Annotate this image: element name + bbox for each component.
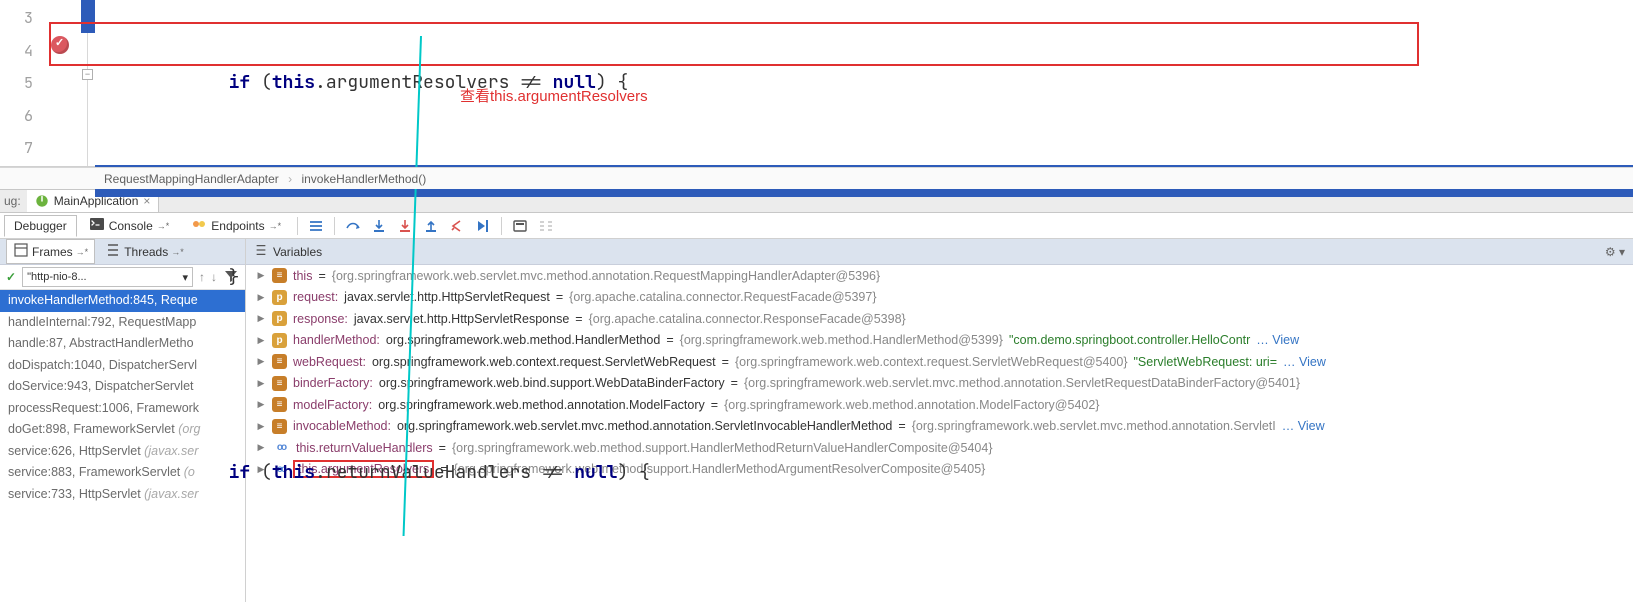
line-number-gutter: 3 4 5 6 7	[0, 0, 45, 166]
line-number: 5	[0, 67, 33, 100]
line-number: 3	[0, 2, 33, 35]
breadcrumb-item[interactable]: RequestMappingHandlerAdapter	[104, 172, 279, 186]
line-number: 4	[0, 35, 33, 68]
breadcrumb-item[interactable]: invokeHandlerMethod()	[301, 172, 426, 186]
frames-tab[interactable]: Frames→*	[6, 239, 95, 264]
code-editor[interactable]: 3 4 5 6 7 − − if (this.argumentResolvers…	[0, 0, 1633, 167]
breakpoint-verified-icon[interactable]	[51, 36, 69, 54]
chevron-right-icon: ›	[288, 172, 292, 186]
check-icon: ✓	[6, 270, 16, 284]
spring-boot-icon	[35, 194, 49, 208]
tool-window-label: ug:	[0, 194, 27, 208]
code-line[interactable]	[95, 360, 1633, 393]
breakpoint-gutter[interactable]	[45, 0, 81, 166]
code-line[interactable]: if (this.returnValueHandlers != null) {	[95, 457, 1633, 490]
tab-debugger[interactable]: Debugger	[4, 215, 77, 237]
line-number: 6	[0, 100, 33, 133]
annotation-text: 查看this.argumentResolvers	[460, 85, 648, 106]
code-line[interactable]: if (this.argumentResolvers != null) {	[95, 67, 1633, 100]
fold-toggle-icon[interactable]: −	[82, 69, 93, 80]
line-number: 7	[0, 132, 33, 165]
code-area[interactable]: if (this.argumentResolvers != null) { in…	[95, 0, 1633, 166]
breadcrumb[interactable]: RequestMappingHandlerAdapter › invokeHan…	[0, 167, 1633, 189]
frames-icon	[13, 242, 29, 261]
code-line[interactable]: }	[95, 262, 1633, 295]
trace-current-stream-chain-icon[interactable]	[534, 214, 558, 238]
